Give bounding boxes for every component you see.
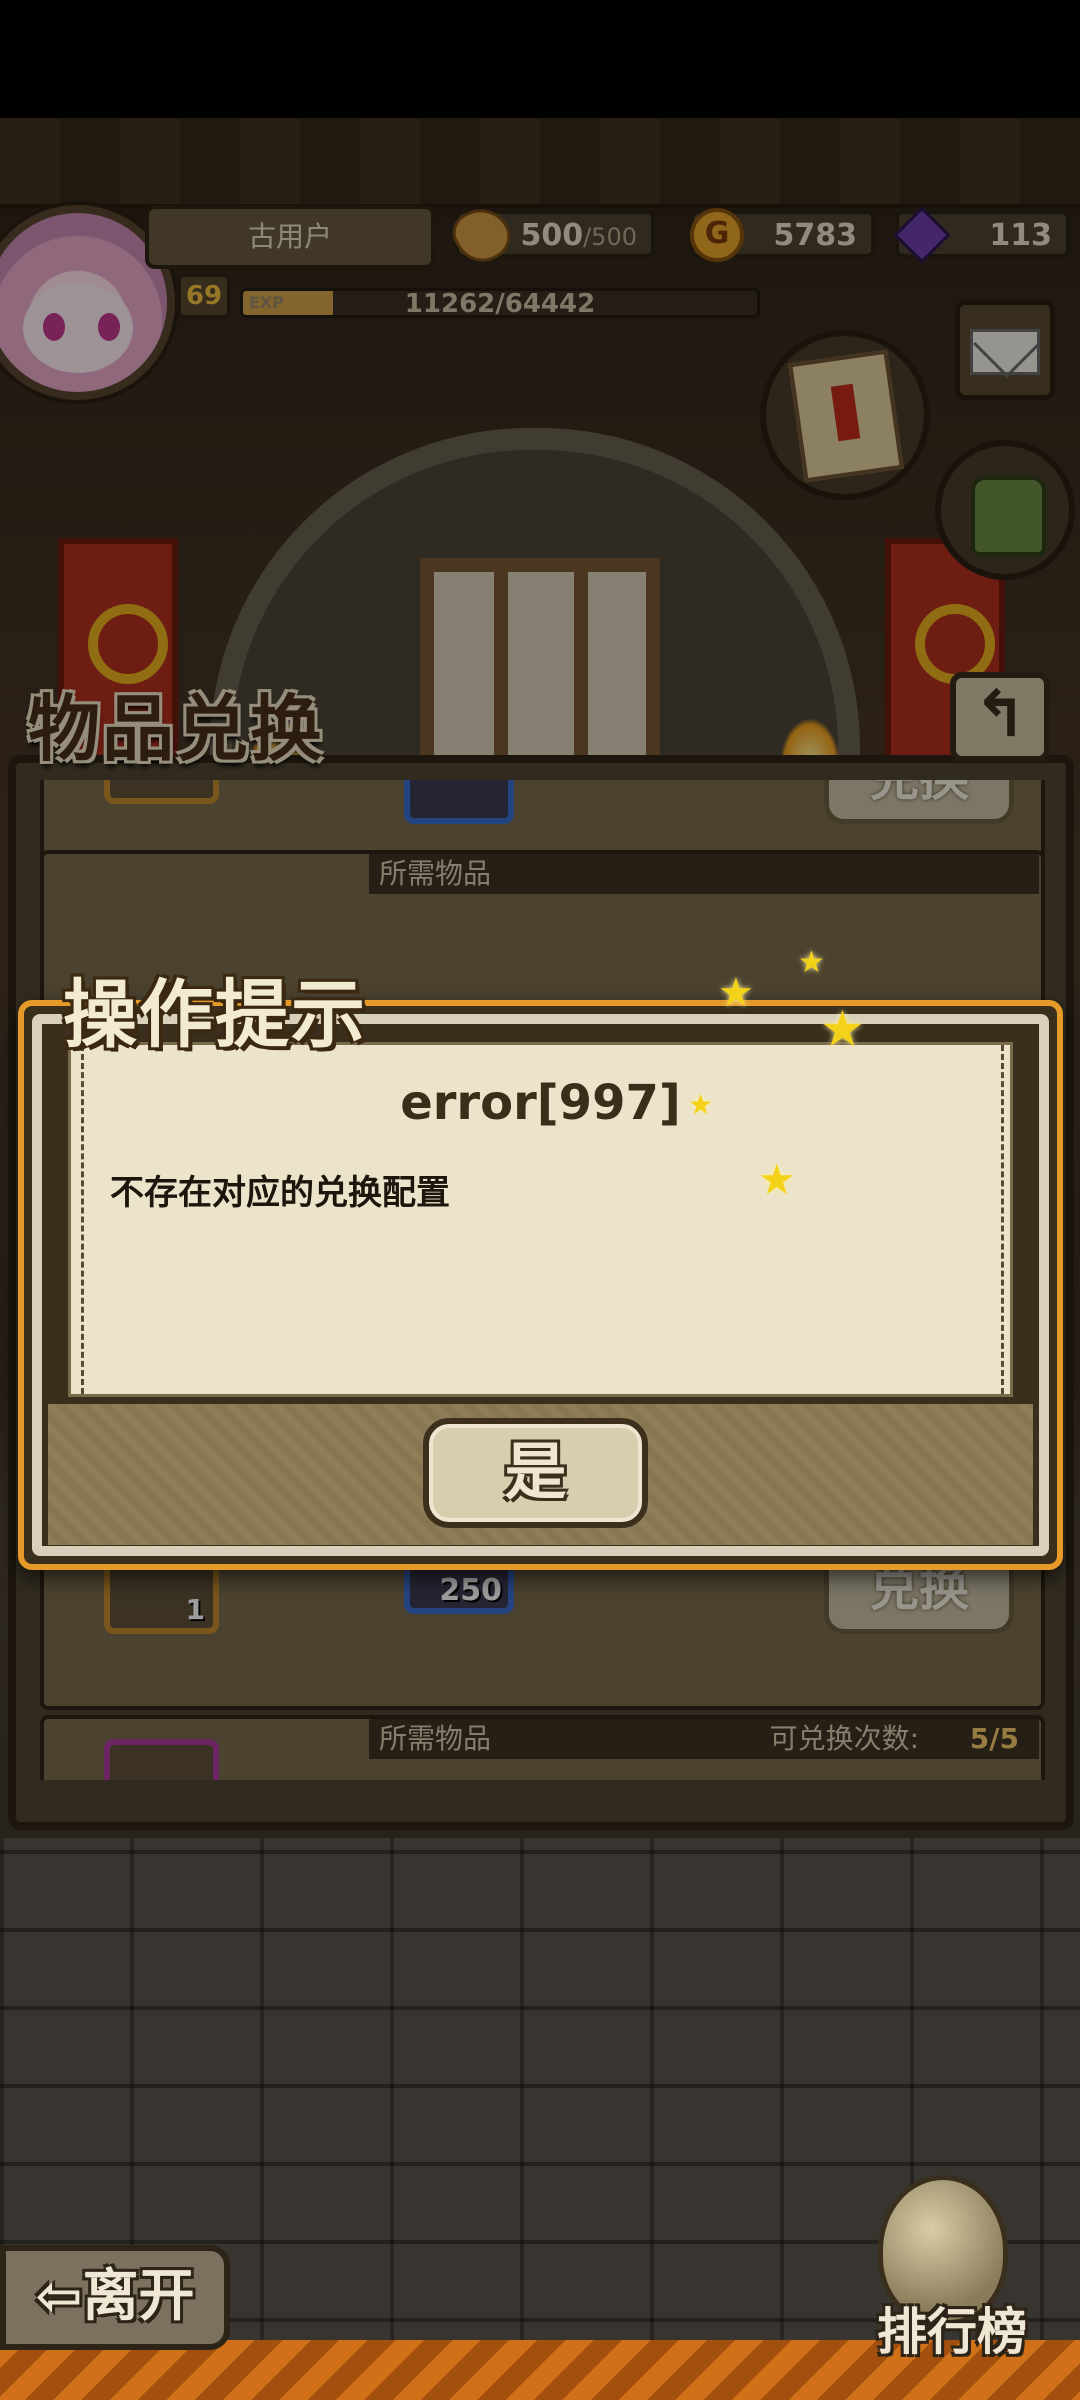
ranking-button[interactable]: 排行榜	[862, 2292, 1042, 2361]
star-icon: ★	[820, 1000, 865, 1058]
star-icon: ★	[798, 945, 825, 980]
dialog-title: 操作提示	[63, 972, 367, 1058]
confirm-button[interactable]: 是	[423, 1418, 648, 1528]
star-icon: ★	[758, 1155, 796, 1204]
dialog-message: 不存在对应的兑换配置	[110, 1173, 450, 1213]
leave-button[interactable]: ⇦离开	[0, 2245, 230, 2350]
star-icon: ★	[718, 970, 754, 1016]
alert-dialog: 操作提示 error[997] 不存在对应的兑换配置 是 ★ ★ ★ ★ ★	[18, 945, 1063, 1570]
dialog-heading: error[997]	[400, 1075, 681, 1131]
star-icon: ★	[688, 1088, 714, 1121]
